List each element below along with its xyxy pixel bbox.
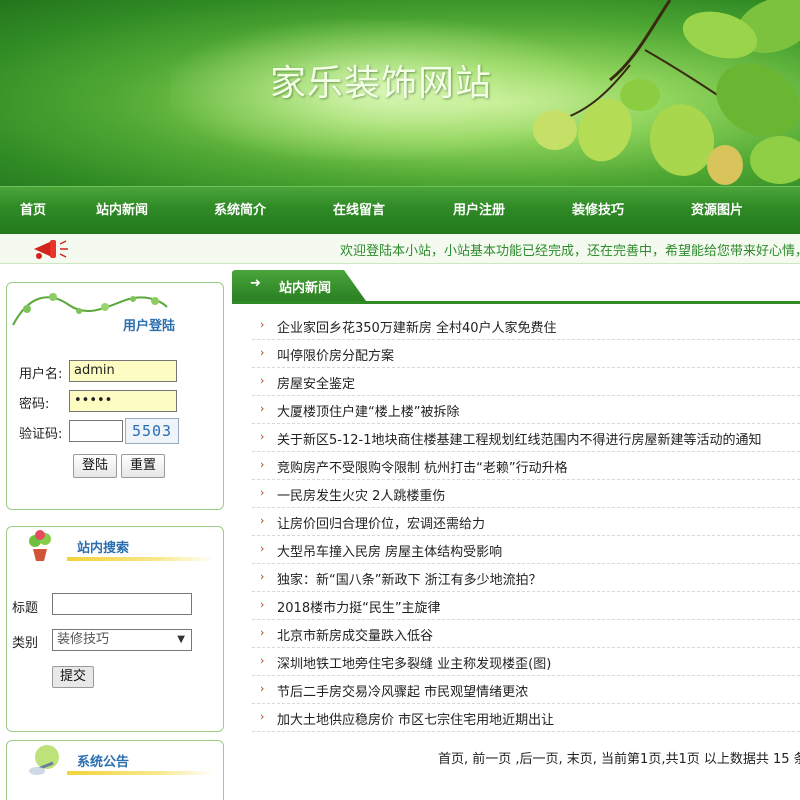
bullet-icon: › <box>260 318 265 331</box>
news-tab-label: 站内新闻 <box>279 281 332 296</box>
bullet-icon: › <box>260 458 265 471</box>
pagination[interactable]: 首页, 前一页 ,后一页, 末页, 当前第1页,共1页 以上数据共 15 条, <box>438 748 800 767</box>
chevron-down-icon: ▼ <box>177 634 185 645</box>
bullet-icon: › <box>260 626 265 639</box>
news-item-title[interactable]: 企业家回乡花350万建新房 全村40户人家免费住 <box>277 317 557 336</box>
list-item[interactable]: › 2018楼市力挺“民生”主旋律 <box>252 592 800 620</box>
news-item-title[interactable]: 节后二手房交易冷风骤起 市民观望情绪更浓 <box>277 681 528 700</box>
news-item-title[interactable]: 让房价回归合理价位，宏调还需给力 <box>277 513 485 532</box>
bullet-icon: › <box>260 374 265 387</box>
search-title-underline <box>67 557 215 561</box>
announcement-title: 系统公告 <box>77 755 130 770</box>
nav-item-guestbook[interactable]: 在线留言 <box>333 187 385 235</box>
news-item-title[interactable]: 竞购房产不受限购令限制 杭州打击“老赖”行动升格 <box>277 457 568 476</box>
list-item[interactable]: › 叫停限价房分配方案 <box>252 340 800 368</box>
list-item[interactable]: › 企业家回乡花350万建新房 全村40户人家免费住 <box>252 312 800 340</box>
search-title-label: 标题 <box>12 601 39 616</box>
header-banner: 家乐装饰网站 <box>0 0 800 186</box>
captcha-input[interactable] <box>69 420 123 442</box>
list-item[interactable]: › 关于新区5-12-1地块商住楼基建工程规划红线范围内不得进行房屋新建等活动的通… <box>252 424 800 452</box>
news-item-title[interactable]: 2018楼市力挺“民生”主旋律 <box>277 597 441 616</box>
search-category-value: 装修技巧 <box>57 632 110 647</box>
username-input[interactable]: admin <box>69 360 177 382</box>
list-item[interactable]: › 加大土地供应稳房价 市区七宗住宅用地近期出让 <box>252 704 800 732</box>
nav-item-tips[interactable]: 装修技巧 <box>572 187 624 235</box>
announcement-panel: 系统公告 <box>6 740 224 800</box>
nav-item-news[interactable]: 站内新闻 <box>96 187 148 235</box>
news-item-title[interactable]: 房屋安全鉴定 <box>277 373 355 392</box>
main-nav: 首页 站内新闻 系统简介 在线留言 用户注册 装修技巧 资源图片 <box>0 186 800 234</box>
search-submit-button[interactable]: 提交 <box>52 666 94 688</box>
search-title: 站内搜索 <box>77 541 130 556</box>
site-title: 家乐装饰网站 <box>270 63 493 104</box>
megaphone-icon <box>34 240 68 259</box>
bullet-icon: › <box>260 486 265 499</box>
username-label: 用户名: <box>19 367 63 382</box>
reset-button[interactable]: 重置 <box>121 454 165 478</box>
nav-item-home[interactable]: 首页 <box>20 187 46 235</box>
news-item-title[interactable]: 叫停限价房分配方案 <box>277 345 394 364</box>
news-item-title[interactable]: 一民房发生火灾 2人跳楼重伤 <box>277 485 445 504</box>
news-list: › 企业家回乡花350万建新房 全村40户人家免费住 › 叫停限价房分配方案 › 房屋… <box>252 312 800 732</box>
nav-item-images[interactable]: 资源图片 <box>691 187 743 235</box>
bullet-icon: › <box>260 542 265 555</box>
nav-item-register[interactable]: 用户注册 <box>453 187 505 235</box>
list-item[interactable]: › 节后二手房交易冷风骤起 市民观望情绪更浓 <box>252 676 800 704</box>
login-button[interactable]: 登陆 <box>73 454 117 478</box>
news-item-title[interactable]: 独家：新“国八条”新政下 浙江有多少地流拍？ <box>277 569 542 588</box>
notice-text: 欢迎登陆本小站，小站基本功能已经完成，还在完善中，希望能给您带来好心情， <box>340 244 800 259</box>
arrow-right-icon: ➜ <box>250 276 261 291</box>
list-item[interactable]: › 北京市新房成交量跌入低谷 <box>252 620 800 648</box>
bullet-icon: › <box>260 430 265 443</box>
bullet-icon: › <box>260 346 265 359</box>
login-panel: 用户登陆 用户名: admin 密码: ••••• 验证码: 5503 登陆 重… <box>6 282 224 510</box>
news-item-title[interactable]: 加大土地供应稳房价 市区七宗住宅用地近期出让 <box>277 709 554 728</box>
list-item[interactable]: › 大型吊车撞入民房 房屋主体结构受影响 <box>252 536 800 564</box>
password-input[interactable]: ••••• <box>69 390 177 412</box>
potted-plant-icon <box>29 530 51 561</box>
bullet-icon: › <box>260 570 265 583</box>
list-item[interactable]: › 房屋安全鉴定 <box>252 368 800 396</box>
bullet-icon: › <box>260 682 265 695</box>
tab-news[interactable]: ➜ 站内新闻 <box>232 270 366 301</box>
list-item[interactable]: › 一民房发生火灾 2人跳楼重伤 <box>252 480 800 508</box>
news-header: ➜ 站内新闻 <box>232 270 800 304</box>
bullet-icon: › <box>260 654 265 667</box>
captcha-label: 验证码: <box>19 427 63 442</box>
news-item-title[interactable]: 北京市新房成交量跌入低谷 <box>277 625 433 644</box>
search-title-input[interactable] <box>52 593 192 615</box>
list-item[interactable]: › 独家：新“国八条”新政下 浙江有多少地流拍？ <box>252 564 800 592</box>
bullet-icon: › <box>260 514 265 527</box>
list-item[interactable]: › 深圳地铁工地旁住宅多裂缝 业主称发现楼歪(图) <box>252 648 800 676</box>
search-category-label: 类别 <box>12 636 39 651</box>
search-category-select[interactable]: 装修技巧 ▼ <box>52 629 192 651</box>
nav-item-about[interactable]: 系统简介 <box>214 187 266 235</box>
bullet-icon: › <box>260 598 265 611</box>
bullet-icon: › <box>260 710 265 723</box>
news-item-title[interactable]: 大型吊车撞入民房 房屋主体结构受影响 <box>277 541 502 560</box>
notice-bar: 欢迎登陆本小站，小站基本功能已经完成，还在完善中，希望能给您带来好心情， <box>0 234 800 264</box>
news-item-title[interactable]: 关于新区5-12-1地块商住楼基建工程规划红线范围内不得进行房屋新建等活动的通知 <box>277 429 761 448</box>
list-item[interactable]: › 让房价回归合理价位，宏调还需给力 <box>252 508 800 536</box>
news-item-title[interactable]: 深圳地铁工地旁住宅多裂缝 业主称发现楼歪(图) <box>277 653 551 672</box>
list-item[interactable]: › 大厦楼顶住户建“楼上楼”被拆除 <box>252 396 800 424</box>
news-item-title[interactable]: 大厦楼顶住户建“楼上楼”被拆除 <box>277 401 459 420</box>
leaves-illustration <box>533 0 800 185</box>
captcha-image[interactable]: 5503 <box>125 418 179 444</box>
globe-icon <box>29 745 59 775</box>
search-panel: 站内搜索 标题 类别 装修技巧 ▼ 提交 <box>6 526 224 732</box>
password-label: 密码: <box>19 397 50 412</box>
login-title: 用户登陆 <box>123 319 176 334</box>
bullet-icon: › <box>260 402 265 415</box>
list-item[interactable]: › 竞购房产不受限购令限制 杭州打击“老赖”行动升格 <box>252 452 800 480</box>
announcement-title-underline <box>67 771 215 775</box>
